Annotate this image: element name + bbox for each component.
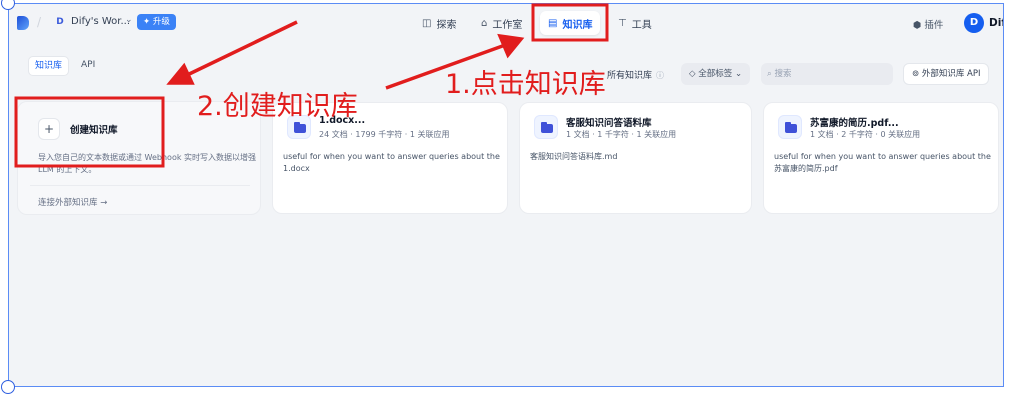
app-window: / D Dify's Wor... ⌄ ✦ 升级 ◫ 探索 ⌂ 工作室 ▤ 知识… bbox=[8, 3, 1004, 387]
tag-filter-dropdown[interactable]: ◇ 全部标签 ⌄ bbox=[681, 63, 751, 85]
tab-api[interactable]: API bbox=[81, 60, 95, 70]
workspace-name[interactable]: Dify's Wor... bbox=[71, 16, 130, 27]
plugins-label: 插件 bbox=[924, 20, 944, 31]
all-knowledge-label: 所有知识库 bbox=[607, 71, 653, 81]
knowledge-description: useful for when you want to answer queri… bbox=[283, 152, 500, 173]
all-knowledge-toggle[interactable]: 所有知识库 ⓘ bbox=[607, 68, 664, 81]
annotation-step2: 2.创建知识库 bbox=[197, 91, 358, 122]
workspace-avatar[interactable]: D bbox=[53, 15, 67, 29]
robot-icon: ⌂ bbox=[481, 17, 488, 29]
knowledge-meta: 24 文档 · 1799 千字符 · 1 关联应用 bbox=[319, 130, 450, 139]
chevron-down-icon: ⌄ bbox=[734, 69, 743, 79]
nav-explore[interactable]: ◫ 探索 bbox=[422, 12, 456, 34]
create-knowledge-description: 导入您自己的文本数据或通过 Webhook 实时写入数据以增强 LLM 的上下文… bbox=[38, 153, 257, 174]
nav-explore-label: 探索 bbox=[436, 19, 457, 31]
user-name[interactable]: Dify bbox=[989, 17, 1003, 29]
nav-tools-label: 工具 bbox=[631, 19, 652, 31]
knowledge-card[interactable]: 苏富康的简历.pdf... 1 文档 · 2 千字符 · 0 关联应用 usef… bbox=[763, 102, 999, 214]
book-icon: ▤ bbox=[548, 17, 558, 29]
dify-logo-icon[interactable] bbox=[17, 16, 29, 30]
help-icon[interactable]: ⓘ bbox=[656, 71, 664, 80]
tab-knowledge[interactable]: 知识库 bbox=[28, 56, 70, 76]
tag-icon: ◇ bbox=[689, 69, 696, 79]
plus-icon: + bbox=[38, 118, 60, 140]
annotation-step1: 1.点击知识库 bbox=[445, 69, 606, 100]
divider bbox=[30, 185, 250, 186]
connect-external-knowledge-link[interactable]: 连接外部知识库 → bbox=[38, 196, 107, 208]
nav-knowledge[interactable]: ▤ 知识库 bbox=[540, 11, 601, 35]
top-navigation: / D Dify's Wor... ⌄ ✦ 升级 ◫ 探索 ⌂ 工作室 ▤ 知识… bbox=[9, 4, 1003, 44]
nav-studio[interactable]: ⌂ 工作室 bbox=[481, 12, 522, 34]
knowledge-meta: 1 文档 · 1 千字符 · 1 关联应用 bbox=[566, 130, 677, 139]
search-icon: ⌕ bbox=[767, 69, 772, 79]
api-icon: ⊚ bbox=[912, 69, 920, 79]
create-knowledge-title: 创建知识库 bbox=[70, 125, 118, 136]
folder-icon bbox=[534, 115, 558, 139]
plugins-button[interactable]: ⬢ 插件 bbox=[913, 17, 943, 31]
user-avatar[interactable]: D bbox=[964, 13, 984, 33]
hammer-icon: ⊤ bbox=[618, 17, 627, 29]
folder-icon bbox=[778, 115, 802, 139]
knowledge-description: useful for when you want to answer queri… bbox=[774, 152, 991, 173]
chevron-down-icon[interactable]: ⌄ bbox=[125, 15, 133, 25]
external-api-label: 外部知识库 API bbox=[921, 69, 981, 79]
compass-icon: ◫ bbox=[422, 17, 432, 29]
cube-icon: ⬢ bbox=[913, 20, 922, 31]
search-placeholder: 搜索 bbox=[774, 69, 792, 79]
breadcrumb-separator: / bbox=[37, 15, 42, 29]
external-api-button[interactable]: ⊚ 外部知识库 API bbox=[903, 63, 990, 85]
knowledge-card[interactable]: 客服知识问答语料库 1 文档 · 1 千字符 · 1 关联应用 客服知识问答语料… bbox=[519, 102, 752, 214]
search-input[interactable]: ⌕ 搜索 bbox=[761, 63, 893, 85]
knowledge-name: 苏富康的简历.pdf... bbox=[810, 118, 899, 129]
selection-handle-bottom-left[interactable] bbox=[1, 380, 15, 394]
nav-studio-label: 工作室 bbox=[492, 19, 523, 31]
knowledge-meta: 1 文档 · 2 千字符 · 0 关联应用 bbox=[810, 130, 921, 139]
knowledge-name: 客服知识问答语料库 bbox=[566, 118, 652, 129]
knowledge-description: 客服知识问答语料库.md bbox=[530, 152, 618, 161]
upgrade-button[interactable]: ✦ 升级 bbox=[137, 14, 176, 30]
tag-filter-label: 全部标签 bbox=[698, 69, 733, 79]
nav-tools[interactable]: ⊤ 工具 bbox=[618, 12, 652, 34]
nav-knowledge-label: 知识库 bbox=[562, 19, 593, 31]
